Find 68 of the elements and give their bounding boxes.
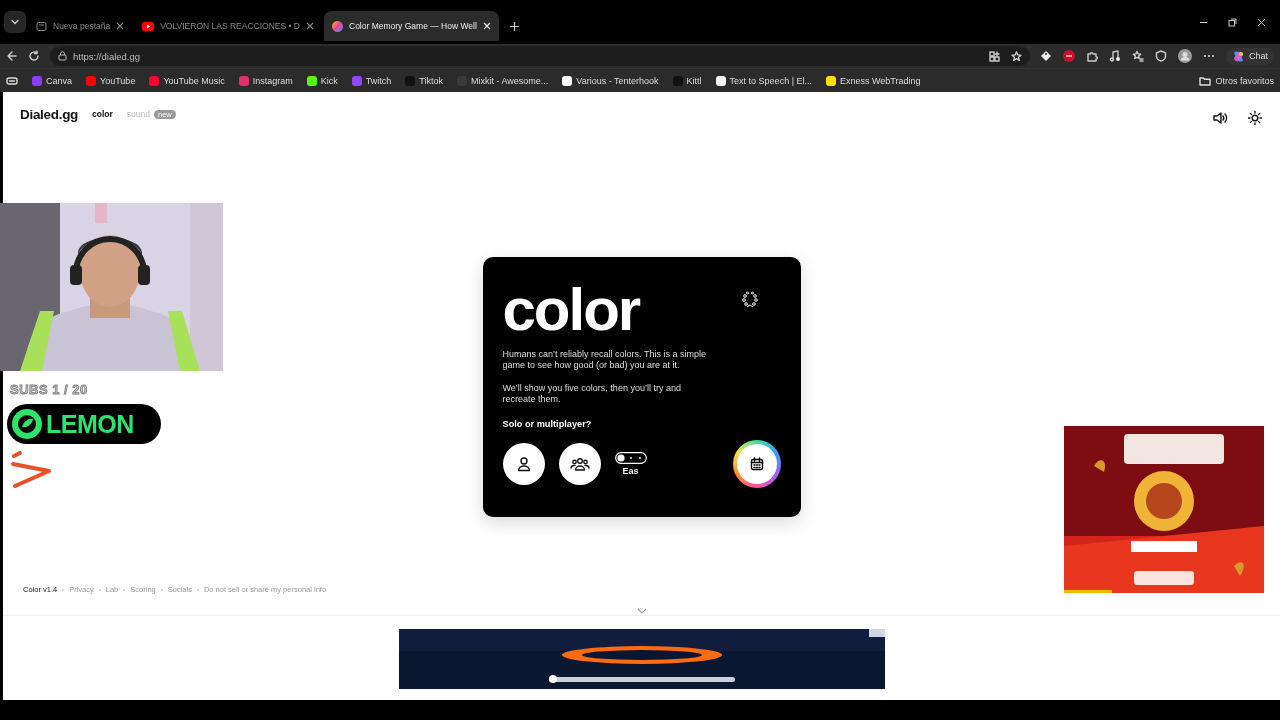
avatar-icon[interactable] — [1178, 49, 1192, 63]
close-icon[interactable] — [116, 22, 125, 30]
bookmark-link[interactable]: Instagram — [238, 75, 293, 86]
bookmark-link[interactable]: Mixkit - Awesome... — [457, 75, 549, 86]
restore-icon[interactable] — [1228, 17, 1237, 27]
bookmark-link[interactable]: Twitch — [351, 75, 392, 86]
browser-tab[interactable]: VOLVIERON LAS REACCIONES • D — [134, 11, 322, 41]
difficulty-toggle[interactable]: Eas — [614, 452, 647, 477]
play-icon — [142, 21, 155, 31]
speaker-icon[interactable] — [1212, 111, 1228, 125]
page-icon — [36, 20, 47, 32]
prompt-text: Solo or multiplayer? — [502, 419, 592, 430]
bookmark-link[interactable]: Tiktok — [405, 75, 443, 86]
tab-title: VOLVIERON LAS REACCIONES • D — [160, 21, 300, 31]
person-icon — [515, 456, 532, 473]
other-favorites-link[interactable]: Otros favoritos — [1199, 75, 1274, 86]
bookmark-link[interactable]: YouTube — [86, 75, 136, 86]
switch-icon — [614, 452, 647, 465]
color-wheel-icon — [332, 20, 343, 32]
music-icon[interactable] — [1109, 50, 1121, 62]
tab-title: Nueva pestaña — [53, 21, 111, 31]
chevron-down-icon — [10, 17, 20, 27]
laurel-icon[interactable] — [740, 291, 759, 309]
lemon-logo: LEMON — [7, 404, 161, 444]
bookmark-link[interactable]: YouTube Music — [149, 75, 225, 86]
bookmark-link[interactable]: Text to Speech | El... — [715, 75, 812, 86]
tab-title: Color Memory Game — How Well — [349, 21, 477, 31]
close-icon[interactable] — [1257, 17, 1266, 27]
description-text: We’ll show you five colors, then you’ll try and recreate them. — [502, 382, 682, 406]
solo-button[interactable] — [502, 443, 545, 486]
nav-link[interactable]: color — [92, 109, 113, 119]
chevron-down-icon[interactable] — [636, 608, 647, 614]
app-add-icon[interactable] — [989, 50, 1000, 62]
back-icon[interactable] — [6, 50, 18, 62]
brand-logo[interactable]: Dialed.gg — [20, 106, 79, 122]
puzzle-icon[interactable] — [1086, 50, 1098, 62]
plus-icon[interactable] — [508, 20, 520, 32]
tag-icon[interactable] — [1040, 50, 1052, 62]
star-icon[interactable] — [1011, 50, 1022, 62]
url-text: https://dialed.gg — [73, 50, 141, 62]
group-icon — [569, 456, 590, 473]
bookmark-link[interactable]: Exness WebTrading — [826, 75, 921, 86]
leaf-icon — [10, 407, 44, 441]
bookmark-link[interactable]: Kick — [306, 75, 338, 86]
subscriber-counter: SUBS 1 / 20 — [10, 382, 88, 397]
calendar-icon — [749, 457, 764, 472]
chat-button[interactable]: Chat — [1226, 47, 1274, 65]
browser-tab[interactable]: Color Memory Game — How Well — [324, 11, 499, 41]
sun-icon[interactable] — [1248, 111, 1262, 125]
copilot-icon — [1232, 49, 1245, 63]
bookmark-link[interactable]: Kittl — [672, 75, 702, 86]
browser-tab[interactable]: Nueva pestaña — [28, 11, 133, 41]
refresh-icon[interactable] — [28, 50, 40, 62]
bookmark-link[interactable]: Canva — [32, 75, 72, 86]
favorites-icon[interactable] — [1132, 50, 1144, 62]
play-logo-icon — [10, 450, 54, 490]
collections-icon[interactable] — [6, 75, 18, 86]
multiplayer-button[interactable] — [558, 443, 601, 486]
bookmark-link[interactable]: Various - Tenterhook — [562, 75, 659, 86]
shield-icon[interactable] — [1155, 50, 1167, 62]
folder-icon — [1199, 75, 1212, 86]
tab-list-button[interactable] — [4, 11, 26, 33]
address-bar[interactable]: https://dialed.gg — [50, 46, 1030, 66]
close-icon[interactable] — [306, 22, 314, 30]
adblock-icon[interactable] — [1063, 50, 1075, 62]
description-text: Humans can’t reliably recall colors. This is a simple game to see how good (or bad) you are at it. — [502, 349, 707, 372]
game-title: color — [502, 279, 640, 341]
lock-icon — [58, 51, 67, 61]
